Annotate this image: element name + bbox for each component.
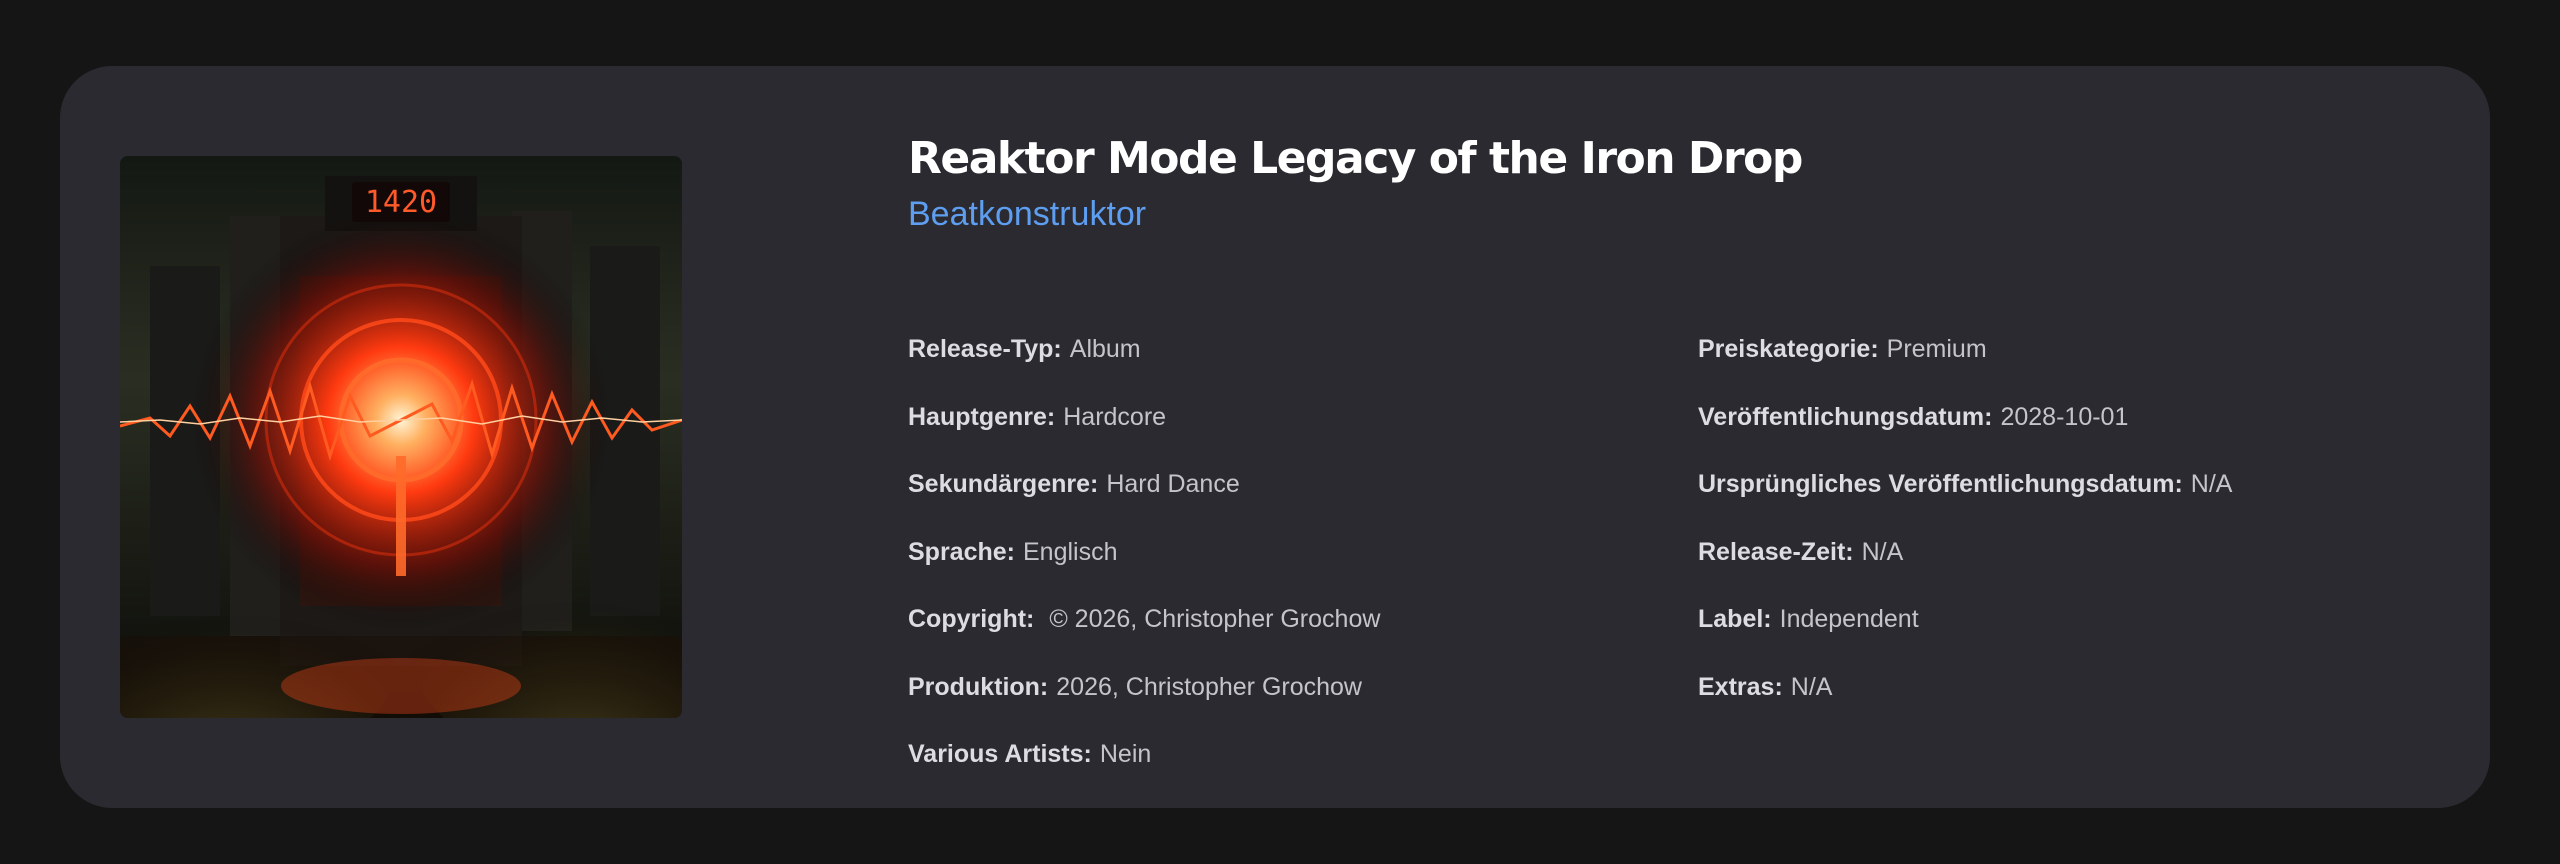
detail-value: N/A	[1861, 537, 1904, 566]
detail-label: Various Artists:	[908, 740, 1092, 768]
detail-secondary-genre: Sekundärgenre: Hard Dance	[908, 467, 1380, 535]
detail-label: Label:	[1698, 605, 1772, 633]
detail-value: © 2026, Christopher Grochow	[1042, 605, 1381, 633]
detail-label: Hauptgenre:	[908, 402, 1056, 431]
detail-various-artists: Various Artists: Nein	[908, 737, 1380, 805]
detail-value: Nein	[1099, 740, 1152, 768]
release-title: Reaktor Mode Legacy of the Iron Drop	[908, 133, 1803, 184]
release-info: Reaktor Mode Legacy of the Iron Drop Bea…	[908, 126, 2468, 768]
detail-release-date: Veröffentlichungsdatum: 2028-10-01	[1698, 400, 2232, 468]
detail-value: Independent	[1779, 605, 1919, 633]
detail-copyright: Copyright: © 2026, Christopher Grochow	[908, 602, 1380, 670]
detail-label: Sprache:	[908, 537, 1015, 566]
detail-value: N/A	[2190, 470, 2233, 498]
detail-label: Veröffentlichungsdatum:	[1698, 402, 1993, 431]
detail-main-genre: Hauptgenre: Hardcore	[908, 400, 1380, 468]
detail-label: Extras:	[1698, 672, 1783, 701]
detail-label: Produktion:	[908, 672, 1049, 701]
detail-release-time: Release-Zeit: N/A	[1698, 535, 2232, 603]
detail-label: Release-Typ:	[908, 335, 1062, 363]
detail-label: Release-Zeit:	[1698, 537, 1854, 566]
detail-value: Hardcore	[1063, 402, 1167, 431]
album-cover-art: 1420	[120, 156, 682, 718]
detail-value: N/A	[1790, 672, 1833, 701]
detail-label: Preiskategorie:	[1698, 335, 1879, 363]
detail-value: 2028-10-01	[2000, 402, 2129, 431]
detail-value: Englisch	[1022, 537, 1118, 566]
detail-extras: Extras: N/A	[1698, 670, 2232, 738]
album-cover[interactable]: 1420	[120, 156, 682, 718]
detail-production: Produktion: 2026, Christopher Grochow	[908, 670, 1380, 738]
detail-language: Sprache: Englisch	[908, 535, 1380, 603]
detail-original-release-date: Ursprüngliches Veröffentlichungsdatum: N/…	[1698, 467, 2232, 535]
artist-link[interactable]: Beatkonstruktor	[908, 192, 2468, 236]
details-left-column: Release-Typ: Album Hauptgenre: Hardcore Se…	[908, 332, 1380, 805]
detail-label: Ursprüngliches Veröffentlichungsdatum:	[1698, 470, 2183, 498]
detail-release-type: Release-Typ: Album	[908, 332, 1380, 400]
detail-value: Hard Dance	[1106, 470, 1240, 498]
detail-value: Album	[1069, 335, 1141, 363]
detail-label-name: Label: Independent	[1698, 602, 2232, 670]
detail-value: Premium	[1886, 335, 1987, 363]
details-right-column: Preiskategorie: Premium Veröffentlichungs…	[1698, 332, 2232, 737]
release-card: 1420 Reaktor Mode Legacy of the Iron Dro…	[60, 66, 2490, 808]
detail-value: 2026, Christopher Grochow	[1056, 672, 1362, 701]
detail-label: Copyright:	[908, 605, 1035, 633]
cover-display-text: 1420	[365, 185, 437, 220]
detail-price-category: Preiskategorie: Premium	[1698, 332, 2232, 400]
detail-label: Sekundärgenre:	[908, 470, 1099, 498]
